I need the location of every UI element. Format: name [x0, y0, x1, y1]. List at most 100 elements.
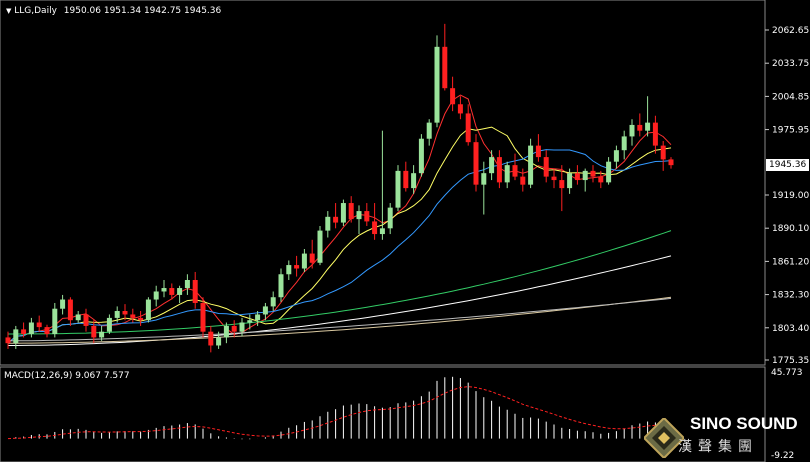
candle-body [395, 170, 401, 208]
candle-body [91, 325, 97, 338]
candle-body [208, 331, 214, 346]
candle-body [13, 329, 19, 344]
candle-body [52, 308, 58, 334]
candle-body [239, 322, 245, 332]
candle-body [528, 145, 534, 185]
axis-tick-label: 1832.30 [772, 291, 809, 301]
candle-body [387, 207, 393, 229]
ohlc-values: 1950.06 1951.34 1942.75 1945.36 [63, 6, 222, 16]
candle-body [660, 145, 666, 160]
logo-subtitle: 漢聲集團 [678, 439, 758, 455]
candle-body [75, 314, 81, 321]
candle-body [403, 170, 409, 189]
candle-body [559, 180, 565, 189]
candle-body [231, 325, 237, 332]
candle-body [489, 157, 495, 174]
candle-body [114, 311, 120, 318]
candle-body [145, 299, 151, 321]
candle-body [582, 170, 588, 181]
candle-body [153, 291, 159, 300]
candle-body [44, 327, 50, 334]
candle-body [450, 88, 456, 105]
candle-body [629, 124, 635, 137]
axis-tick-label: 1890.10 [772, 224, 809, 234]
axis-tick-label: 1803.40 [772, 324, 809, 334]
candle-body [668, 159, 674, 166]
candle-body [621, 136, 627, 151]
candle-body [262, 306, 268, 315]
candle-body [138, 317, 144, 321]
candle-body [426, 122, 432, 139]
candle-body [496, 157, 502, 183]
candle-body [247, 320, 253, 323]
candle-body [5, 337, 11, 344]
candlestick-chart[interactable]: 2062.65 2033.75 2004.85 1975.95 1919.00 1890.… [0, 0, 810, 462]
candle-body [645, 122, 651, 131]
candle-body [255, 314, 261, 321]
candle-body [504, 165, 510, 183]
candle-body [574, 173, 580, 181]
candle-body [348, 203, 354, 220]
candle-body [67, 299, 73, 321]
candle-body [21, 329, 27, 334]
candle-body [83, 314, 89, 326]
candle-body [543, 157, 549, 177]
candle-body [200, 302, 206, 332]
candle-body [364, 211, 370, 222]
axis-tick-label: 1919.00 [772, 191, 809, 201]
price-axis: 2062.65 2033.75 2004.85 1975.95 1919.00 1890.… [765, 26, 809, 461]
candle-body [473, 142, 479, 185]
candle-body [379, 228, 385, 235]
candle-body [36, 322, 42, 328]
dropdown-arrow-icon[interactable]: ▼ [6, 7, 11, 15]
macd-label: MACD(12,26,9) 9.067 7.577 [4, 371, 130, 381]
candle-body [301, 253, 307, 269]
candle-body [223, 325, 229, 338]
axis-tick-label: 1975.95 [772, 126, 809, 136]
candle-body [122, 311, 128, 315]
candle-body [418, 138, 424, 174]
candle-body [434, 46, 440, 123]
symbol-label: LLG,Daily [14, 6, 57, 16]
candle-body [60, 299, 66, 309]
sino-sound-logo: SINO SOUND 漢聲集團 [640, 412, 810, 462]
candle-body [606, 161, 612, 183]
candle-body [520, 176, 526, 185]
candle-body [442, 46, 448, 89]
candle-body [457, 104, 463, 114]
candle-body [184, 279, 190, 289]
axis-tick-label: 2062.65 [772, 26, 809, 36]
candle-body [481, 173, 487, 185]
candle-body [652, 122, 658, 146]
candle-body [372, 221, 378, 235]
candle-body [613, 150, 619, 162]
candle-body [294, 265, 300, 269]
candle-body [325, 216, 331, 231]
candle-body [356, 211, 362, 220]
candle-body [551, 176, 557, 181]
chart-header: ▼ LLG,Daily 1950.06 1951.34 1942.75 1945… [6, 6, 221, 16]
current-price-box: 1945.36 [766, 159, 810, 171]
candle-body [333, 216, 339, 223]
candle-body [317, 230, 323, 263]
candle-body [177, 288, 183, 295]
price-panel [0, 0, 766, 366]
candle-body [598, 176, 604, 183]
candle-body [28, 322, 34, 334]
candle-body [637, 124, 643, 131]
candle-body [99, 331, 105, 338]
candle-body [411, 173, 417, 189]
candle-body [106, 317, 112, 332]
macd-axis-max: 45.773 [771, 368, 803, 378]
candle-body [192, 279, 198, 303]
axis-tick-label: 2004.85 [772, 92, 809, 102]
axis-tick-label: 2033.75 [772, 59, 809, 69]
candle-body [567, 173, 573, 189]
candle-body [161, 288, 167, 292]
candle-body [286, 265, 292, 275]
candle-body [340, 203, 346, 223]
candle-body [169, 288, 175, 295]
candle-body [590, 170, 596, 177]
axis-tick-label: 1861.20 [772, 257, 809, 267]
candle-body [535, 145, 541, 158]
